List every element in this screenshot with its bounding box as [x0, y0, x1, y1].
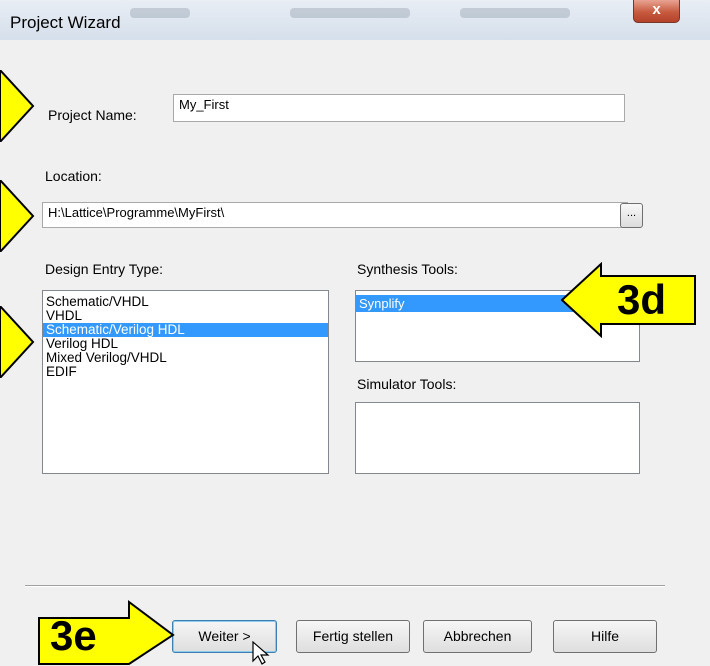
project-name-value: My_First: [179, 97, 229, 112]
help-button-label: Hilfe: [590, 628, 619, 644]
finish-button-label: Fertig stellen: [312, 628, 394, 644]
project-name-input[interactable]: My_First: [173, 94, 625, 122]
list-item[interactable]: Schematic/VHDL: [43, 295, 328, 309]
list-item-selected[interactable]: Schematic/Verilog HDL: [43, 323, 328, 337]
list-item[interactable]: VHDL: [43, 309, 328, 323]
list-item[interactable]: Verilog HDL: [43, 337, 328, 351]
design-entry-list[interactable]: Schematic/VHDL VHDL Schematic/Verilog HD…: [42, 290, 329, 474]
simulator-tools-list[interactable]: [355, 402, 640, 474]
window-title: Project Wizard: [10, 13, 121, 32]
callout-3d-label: 3d: [617, 276, 667, 323]
cancel-button[interactable]: Abbrechen: [423, 620, 532, 653]
mouse-cursor-icon: [252, 641, 270, 665]
callout-arrow-left: [0, 180, 35, 252]
callout-arrow-left: [0, 306, 35, 378]
callout-arrow-left: [0, 70, 35, 142]
title-bar: Project Wizard x: [0, 0, 710, 40]
help-button[interactable]: Hilfe: [553, 620, 657, 653]
title-bar-blur: [290, 8, 410, 18]
project-name-label: Project Name:: [48, 107, 137, 123]
design-entry-label: Design Entry Type:: [45, 261, 164, 277]
dialog-client: Project Name: My_First Location: H:\Latt…: [25, 40, 665, 666]
finish-button[interactable]: Fertig stellen: [296, 620, 410, 653]
browse-button[interactable]: ...: [620, 203, 643, 228]
location-label: Location:: [45, 168, 102, 184]
list-item[interactable]: EDIF: [43, 365, 328, 379]
separator: [25, 585, 665, 587]
simulator-tools-label: Simulator Tools:: [357, 376, 457, 392]
close-icon: x: [652, 1, 661, 18]
title-bar-blur: [460, 8, 570, 18]
location-input[interactable]: H:\Lattice\Programme\MyFirst\: [42, 202, 628, 228]
location-value: H:\Lattice\Programme\MyFirst\: [48, 205, 225, 220]
next-button-label: Weiter >: [198, 628, 251, 644]
close-button[interactable]: x: [633, 0, 680, 23]
synthesis-tools-label: Synthesis Tools:: [357, 261, 458, 277]
list-item[interactable]: Mixed Verilog/VHDL: [43, 351, 328, 365]
title-bar-blur: [130, 8, 190, 18]
browse-label: ...: [626, 207, 637, 219]
callout-3e-label: 3e: [50, 612, 97, 659]
cancel-button-label: Abbrechen: [443, 628, 512, 644]
